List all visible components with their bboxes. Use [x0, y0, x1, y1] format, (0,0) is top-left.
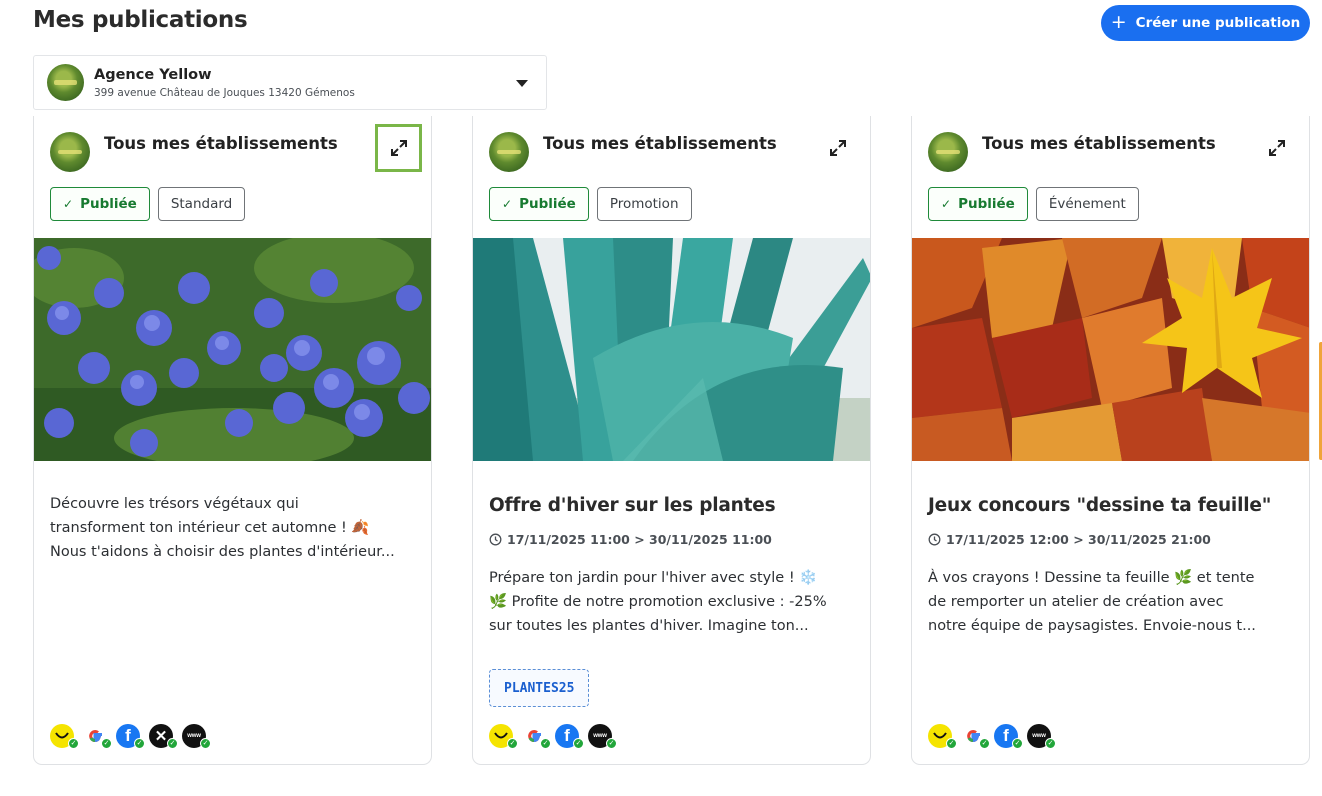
- network-list: ✓ ✓ f ✓ www ✓: [928, 723, 1056, 749]
- publication-card[interactable]: Tous mes établissements ✓ Publiée Événeme…: [911, 116, 1310, 765]
- website-icon: www ✓: [182, 723, 211, 749]
- post-body: À vos crayons ! Dessine ta feuille 🌿 et …: [928, 570, 1256, 634]
- check-icon: ✓: [502, 197, 513, 211]
- expand-button[interactable]: [1253, 124, 1300, 172]
- post-title: Jeux concours "dessine ta feuille": [928, 495, 1272, 516]
- establishment-name: Tous mes établissements: [104, 134, 338, 153]
- clock-icon: [928, 533, 941, 546]
- agency-avatar: [47, 64, 84, 101]
- promo-code: PLANTES25: [489, 669, 590, 707]
- expand-button[interactable]: [814, 124, 861, 172]
- plus-icon: +: [1110, 10, 1127, 33]
- check-icon: ✓: [941, 197, 952, 211]
- website-icon: www ✓: [588, 723, 617, 749]
- network-list: ✓ ✓ f ✓ www ✓: [489, 723, 617, 749]
- publication-card[interactable]: Tous mes établissements ✓ Publiée Promoti…: [472, 116, 871, 765]
- expand-icon: [390, 140, 407, 156]
- network-list: ✓ ✓ f ✓ ✕ ✓ www ✓: [50, 723, 211, 749]
- post-image: [912, 238, 1309, 461]
- x-icon: ✕ ✓: [149, 723, 178, 749]
- website-icon: www ✓: [1027, 723, 1056, 749]
- post-image: [473, 238, 870, 461]
- create-publication-button[interactable]: + Créer une publication: [1101, 5, 1310, 41]
- establishment-avatar: [50, 132, 90, 172]
- establishment-avatar: [928, 132, 968, 172]
- status-badge: ✓ Publiée: [928, 187, 1028, 221]
- agency-address: 399 avenue Château de Jouques 13420 Géme…: [94, 86, 355, 99]
- chevron-down-icon: [516, 80, 528, 87]
- type-badge: Événement: [1035, 187, 1139, 221]
- clock-icon: [489, 533, 502, 546]
- post-body: Découvre les trésors végétaux qui transf…: [50, 496, 395, 560]
- create-publication-label: Créer une publication: [1135, 15, 1301, 31]
- post-image: [34, 238, 431, 461]
- establishment-name: Tous mes établissements: [982, 134, 1216, 153]
- post-title: Offre d'hiver sur les plantes: [489, 495, 776, 516]
- page-title: Mes publications: [33, 7, 248, 33]
- facebook-icon: f ✓: [555, 723, 584, 749]
- pagesjaunes-icon: ✓: [928, 723, 957, 749]
- expand-button[interactable]: [375, 124, 422, 172]
- google-icon: ✓: [522, 723, 551, 749]
- google-icon: ✓: [83, 723, 112, 749]
- post-dates: 17/11/2025 11:00 > 30/11/2025 11:00: [489, 532, 772, 547]
- pagesjaunes-icon: ✓: [489, 723, 518, 749]
- establishment-name: Tous mes établissements: [543, 134, 777, 153]
- expand-icon: [829, 140, 846, 156]
- status-badge: ✓ Publiée: [50, 187, 150, 221]
- expand-icon: [1268, 140, 1285, 156]
- google-icon: ✓: [961, 723, 990, 749]
- establishment-avatar: [489, 132, 529, 172]
- publication-card[interactable]: Tous mes établissements ✓ Publiée Standar…: [33, 116, 432, 765]
- status-badge: ✓ Publiée: [489, 187, 589, 221]
- check-icon: ✓: [63, 197, 74, 211]
- type-badge: Standard: [157, 187, 246, 221]
- post-body: Prépare ton jardin pour l'hiver avec sty…: [489, 570, 827, 634]
- facebook-icon: f ✓: [994, 723, 1023, 749]
- post-dates: 17/11/2025 12:00 > 30/11/2025 21:00: [928, 532, 1211, 547]
- facebook-icon: f ✓: [116, 723, 145, 749]
- pagesjaunes-icon: ✓: [50, 723, 79, 749]
- agency-selector[interactable]: Agence Yellow 399 avenue Château de Jouq…: [33, 55, 547, 110]
- agency-name: Agence Yellow: [94, 66, 212, 83]
- type-badge: Promotion: [596, 187, 692, 221]
